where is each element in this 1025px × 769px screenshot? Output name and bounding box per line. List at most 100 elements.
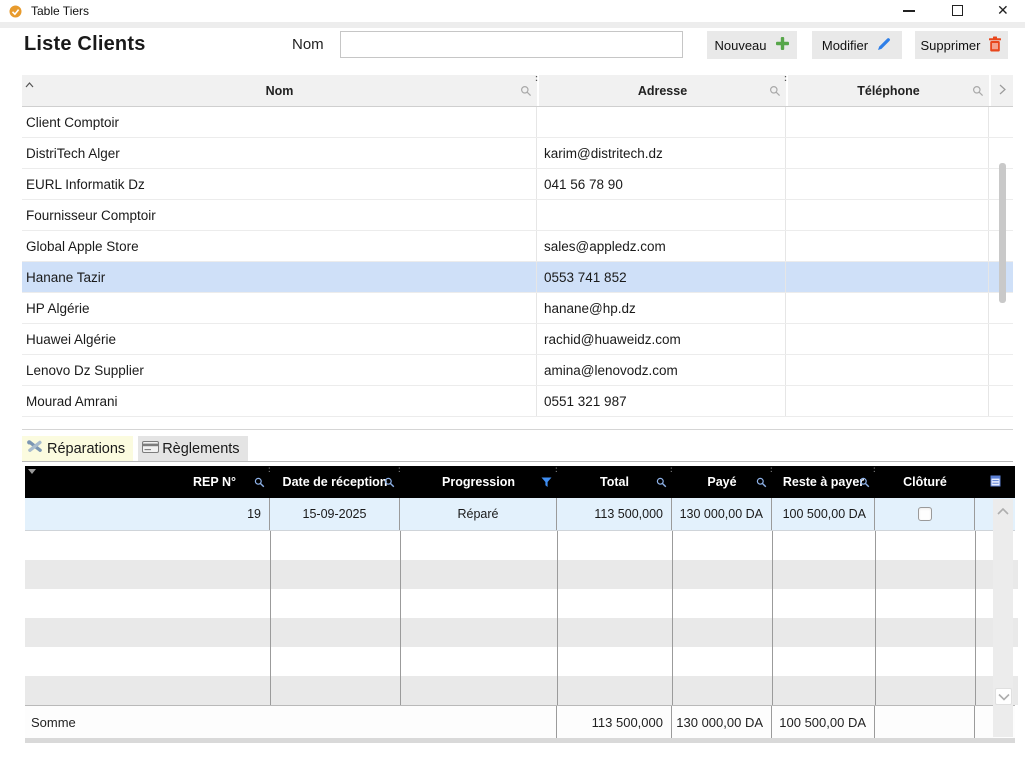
column-separator	[975, 531, 976, 705]
column-header-label: REP N°	[193, 475, 236, 489]
table-row[interactable]: EURL Informatik Dz 041 56 78 90	[22, 169, 1013, 200]
cell-adresse: amina@lenovodz.com	[537, 355, 786, 385]
summary-spacer	[875, 706, 975, 738]
table-row[interactable]: Fournisseur Comptoir	[22, 200, 1013, 231]
close-button[interactable]: ✕	[997, 2, 1009, 19]
column-header-date-reception[interactable]: : Date de réception	[270, 466, 400, 498]
column-header-label: Clôturé	[903, 475, 947, 489]
column-header-paye[interactable]: : Payé	[672, 466, 772, 498]
search-icon[interactable]	[656, 477, 667, 491]
scroll-down-icon	[998, 688, 1010, 706]
cell-nom: Client Comptoir	[22, 107, 537, 137]
tab-reparations[interactable]: Réparations	[22, 436, 133, 461]
funnel-icon[interactable]	[541, 477, 552, 491]
cell-progression: Réparé	[400, 498, 557, 530]
cell-telephone	[786, 107, 989, 137]
table-row[interactable]: HP Algérie hanane@hp.dz	[22, 293, 1013, 324]
empty-rows-zone	[25, 531, 1018, 705]
cell-adresse: 0553 741 852	[537, 262, 786, 292]
column-header-label: Total	[600, 475, 629, 489]
column-splitter[interactable]: :	[670, 466, 673, 473]
tab-reglements[interactable]: Règlements	[138, 436, 247, 461]
search-icon[interactable]	[859, 477, 870, 491]
column-separator	[772, 531, 773, 705]
clients-table-header: Nom : Adresse : Téléphone	[22, 75, 1013, 107]
table-row[interactable]: Lenovo Dz Supplier amina@lenovodz.com	[22, 355, 1013, 386]
delete-button[interactable]: Supprimer	[915, 31, 1008, 59]
sort-asc-icon	[25, 77, 34, 91]
search-input[interactable]	[340, 31, 683, 58]
column-separator	[557, 531, 558, 705]
cell-telephone	[786, 138, 989, 168]
table-row[interactable]: Global Apple Store sales@appledz.com	[22, 231, 1013, 262]
column-header-label: Date de réception	[283, 475, 388, 489]
repairs-table-header: REP N° : Date de réception : Progression…	[25, 466, 1015, 498]
column-splitter[interactable]: :	[268, 466, 271, 473]
app-icon	[9, 5, 22, 18]
column-header-nom[interactable]: Nom	[22, 75, 537, 106]
column-header-adresse[interactable]: : Adresse	[537, 75, 786, 106]
cell-adresse: 041 56 78 90	[537, 169, 786, 199]
cell-adresse: 0551 321 987	[537, 386, 786, 416]
column-header-reste-a-payer[interactable]: : Reste à payer	[772, 466, 875, 498]
cell-telephone	[786, 293, 989, 323]
summary-reste-a-payer: 100 500,00 DA	[772, 706, 875, 738]
cell-nom: Global Apple Store	[22, 231, 537, 261]
edit-button-label: Modifier	[822, 38, 868, 53]
edit-button[interactable]: Modifier	[812, 31, 902, 59]
table-row[interactable]: Client Comptoir	[22, 107, 1013, 138]
column-header-rep-n[interactable]: REP N°	[25, 466, 270, 498]
column-splitter[interactable]: :	[555, 466, 558, 473]
table-row[interactable]: DistriTech Alger karim@distritech.dz	[22, 138, 1013, 169]
column-splitter[interactable]: :	[398, 466, 401, 473]
cell-telephone	[786, 355, 989, 385]
cell-nom: Hanane Tazir	[22, 262, 537, 292]
summary-paye: 130 000,00 DA	[672, 706, 772, 738]
detail-tabs: Réparations Règlements	[22, 436, 248, 461]
titlebar-separator	[0, 22, 1025, 28]
cell-adresse	[537, 200, 786, 230]
search-icon[interactable]	[384, 477, 395, 491]
search-icon[interactable]	[769, 85, 781, 100]
column-chooser-button[interactable]	[975, 466, 1015, 498]
search-icon[interactable]	[756, 477, 767, 491]
scroll-up-icon[interactable]	[996, 503, 1010, 521]
cell-cloture	[875, 498, 975, 530]
repair-row-selected[interactable]: 19 15-09-2025 Réparé 113 500,000 130 000…	[25, 498, 1015, 531]
maximize-button[interactable]	[952, 5, 963, 16]
column-header-cloture[interactable]: : Clôturé	[875, 466, 975, 498]
column-header-telephone[interactable]: : Téléphone	[786, 75, 989, 106]
cell-telephone	[786, 200, 989, 230]
cell-adresse: sales@appledz.com	[537, 231, 786, 261]
more-columns-button[interactable]	[989, 75, 1013, 106]
cell-telephone	[786, 386, 989, 416]
clients-scrollbar-thumb[interactable]	[999, 163, 1006, 303]
new-button-label: Nouveau	[714, 38, 766, 53]
table-row[interactable]: Mourad Amrani 0551 321 987	[22, 386, 1013, 417]
minimize-button[interactable]	[903, 10, 915, 12]
column-splitter[interactable]: :	[873, 466, 876, 473]
new-button[interactable]: Nouveau	[707, 31, 797, 59]
summary-spacer	[270, 706, 400, 738]
search-icon[interactable]	[972, 85, 984, 100]
column-splitter[interactable]: :	[535, 74, 538, 82]
column-header-total[interactable]: : Total	[557, 466, 672, 498]
column-header-label: Payé	[707, 475, 736, 489]
column-header-label: Reste à payer	[783, 475, 864, 489]
summary-label: Somme	[25, 706, 270, 738]
repairs-table: REP N° : Date de réception : Progression…	[25, 466, 1015, 738]
table-row-partial	[22, 417, 1013, 430]
column-header-label: Nom	[266, 84, 294, 98]
column-header-progression[interactable]: : Progression	[400, 466, 557, 498]
empty-row	[25, 589, 1018, 618]
repairs-table-bottom-edge	[25, 738, 1015, 743]
scroll-down-button[interactable]	[995, 688, 1012, 705]
table-row[interactable]: Huawei Algérie rachid@huaweidz.com	[22, 324, 1013, 355]
pencil-icon	[876, 36, 892, 55]
column-splitter[interactable]: :	[770, 466, 773, 473]
table-row-selected[interactable]: Hanane Tazir 0553 741 852	[22, 262, 1013, 293]
search-icon[interactable]	[254, 477, 265, 491]
search-icon[interactable]	[520, 85, 532, 100]
cloture-checkbox[interactable]	[918, 507, 932, 521]
column-splitter[interactable]: :	[784, 74, 787, 82]
